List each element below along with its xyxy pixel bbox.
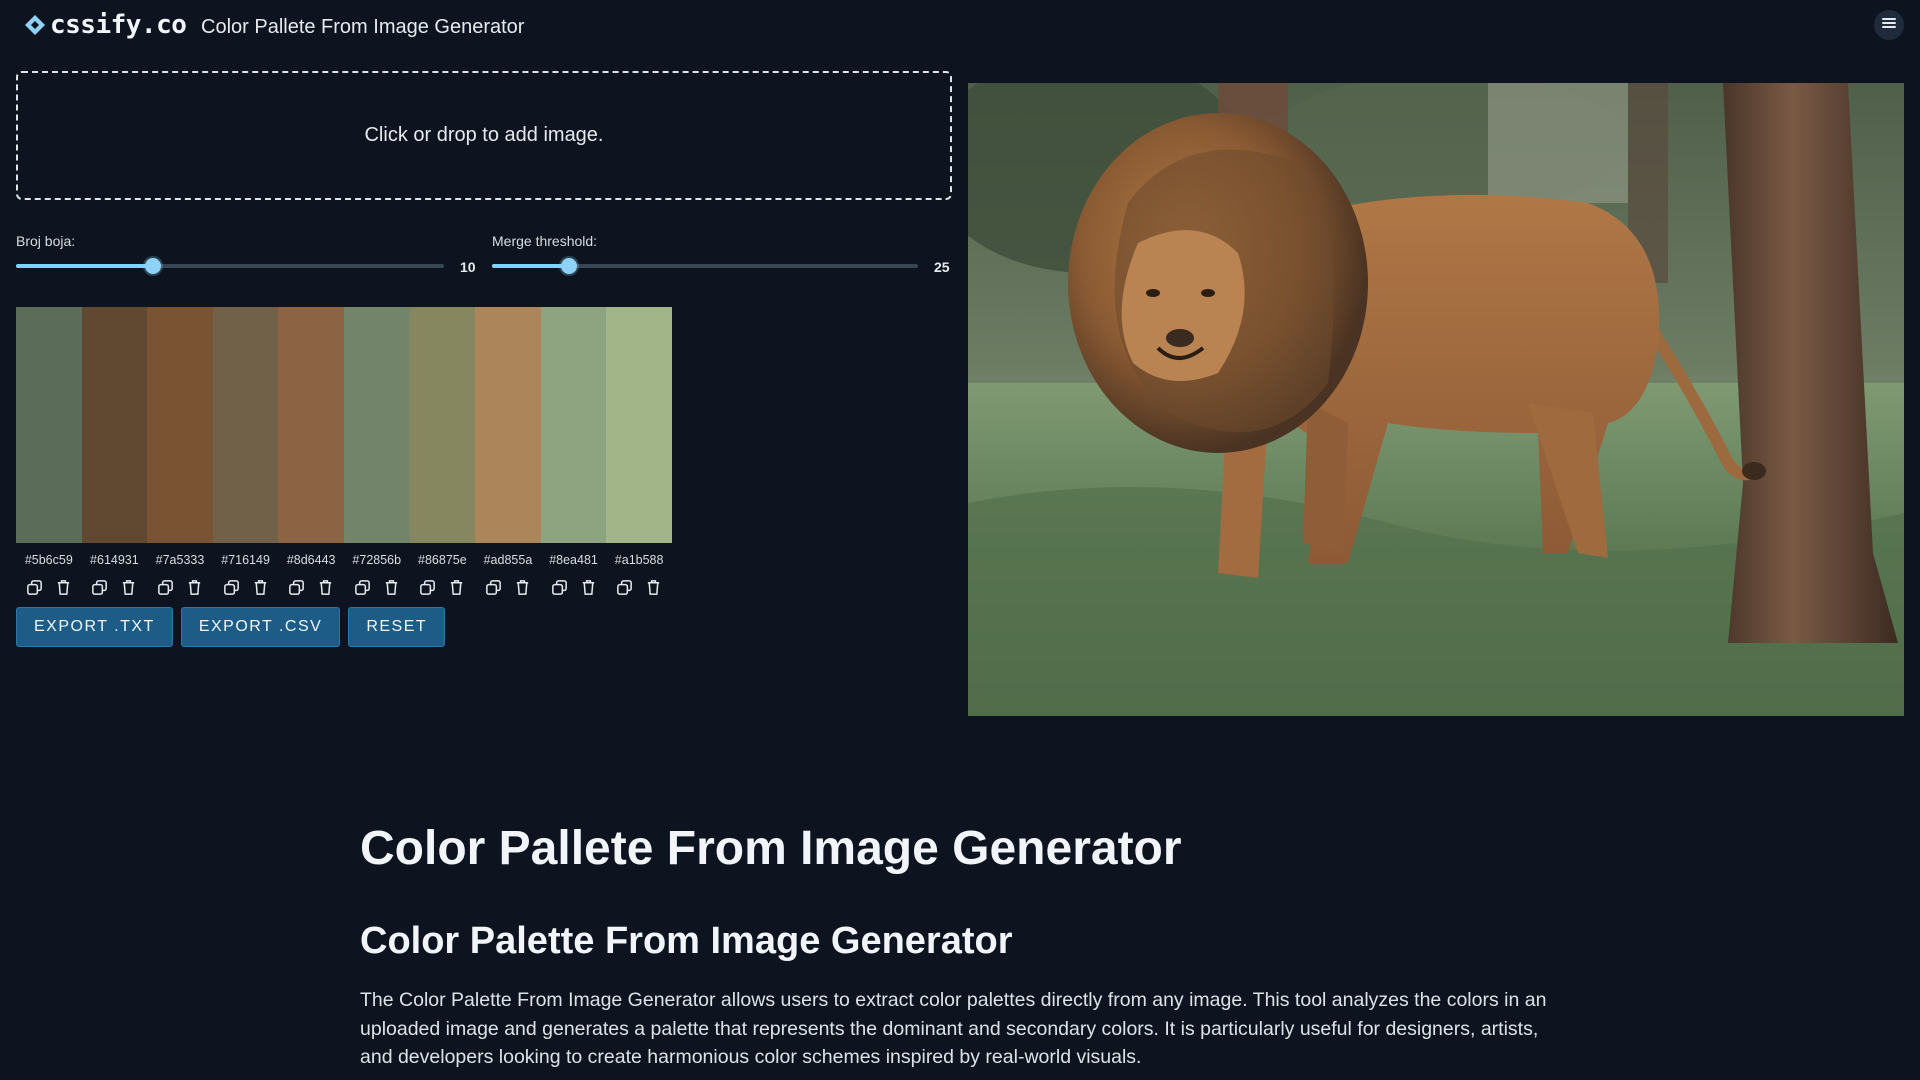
- copy-icon[interactable]: [287, 578, 306, 597]
- swatch-hex-code: #72856b: [352, 553, 402, 567]
- color-swatch[interactable]: [606, 307, 672, 543]
- swatch-hex-code: #5b6c59: [24, 553, 73, 567]
- swatch-actions: [147, 578, 213, 597]
- swatch-actions: [410, 578, 476, 597]
- trash-icon[interactable]: [54, 578, 73, 597]
- color-swatch[interactable]: [212, 307, 279, 543]
- swatch-actions: [344, 578, 410, 597]
- hex-code-row: #5b6c59 #614931 #7a5333 #716149 #8d6443 #7285…: [16, 553, 672, 567]
- swatch-actions: [213, 578, 279, 597]
- site-logo[interactable]: cssify.co: [24, 10, 187, 40]
- swatch-hex-code: #8ea481: [549, 553, 598, 567]
- trash-icon[interactable]: [644, 578, 663, 597]
- color-count-track-fill: [16, 264, 153, 268]
- logo-diamond-icon: [24, 14, 46, 36]
- merge-threshold-label: Merge threshold:: [492, 233, 598, 249]
- swatch-actions: [16, 578, 82, 597]
- lion-photo: [968, 83, 1904, 716]
- export-button-row: EXPORT .TXT EXPORT .CSV RESET: [16, 607, 446, 647]
- swatch-actions: [606, 578, 672, 597]
- merge-threshold-slider[interactable]: 25: [492, 255, 952, 279]
- swatch-hex-code: #8d6443: [286, 553, 336, 567]
- hamburger-menu-icon: [1880, 14, 1898, 37]
- color-palette: [16, 307, 672, 543]
- copy-icon[interactable]: [550, 578, 569, 597]
- swatch-hex-code: #7a5333: [155, 553, 205, 567]
- trash-icon[interactable]: [382, 578, 401, 597]
- swatch-action-row: [16, 578, 672, 597]
- trash-icon[interactable]: [251, 578, 270, 597]
- swatch-hex-code: #86875e: [418, 553, 467, 567]
- export-txt-button[interactable]: EXPORT .TXT: [16, 607, 173, 647]
- trash-icon[interactable]: [447, 578, 466, 597]
- trash-icon[interactable]: [185, 578, 204, 597]
- logo-text: cssify.co: [50, 10, 187, 40]
- swatch-actions: [475, 578, 541, 597]
- image-dropzone[interactable]: Click or drop to add image.: [16, 71, 952, 200]
- color-count-thumb[interactable]: [144, 258, 161, 274]
- color-count-value: 10: [460, 259, 476, 275]
- swatch-hex-code: #614931: [90, 553, 139, 567]
- swatch-actions: [541, 578, 607, 597]
- description-paragraph: The Color Palette From Image Generator a…: [360, 989, 1547, 1068]
- swatch-hex-code: #a1b588: [614, 553, 664, 567]
- color-swatch[interactable]: [343, 307, 410, 543]
- trash-icon[interactable]: [316, 578, 335, 597]
- reset-button[interactable]: RESET: [348, 607, 446, 647]
- copy-icon[interactable]: [90, 578, 109, 597]
- swatch-hex-code: #716149: [221, 553, 270, 567]
- trash-icon[interactable]: [579, 578, 598, 597]
- swatch-hex-code: #ad855a: [483, 553, 533, 567]
- color-swatch[interactable]: [81, 307, 148, 543]
- color-swatch[interactable]: [16, 307, 82, 543]
- top-bar: cssify.co Color Pallete From Image Gener…: [0, 0, 1920, 56]
- article: Color Pallete From Image Generator Color…: [360, 820, 1560, 1072]
- copy-icon[interactable]: [615, 578, 634, 597]
- merge-threshold-slider-group: Merge threshold: 25: [492, 233, 952, 279]
- copy-icon[interactable]: [222, 578, 241, 597]
- trash-icon[interactable]: [513, 578, 532, 597]
- trash-icon[interactable]: [119, 578, 138, 597]
- copy-icon[interactable]: [156, 578, 175, 597]
- copy-icon[interactable]: [484, 578, 503, 597]
- merge-threshold-track[interactable]: [492, 264, 918, 268]
- color-swatch[interactable]: [540, 307, 607, 543]
- swatch-actions: [278, 578, 344, 597]
- swatch-actions: [82, 578, 148, 597]
- uploaded-image-preview: [968, 83, 1904, 716]
- color-count-track[interactable]: [16, 264, 444, 268]
- app-title: Color Pallete From Image Generator: [201, 16, 525, 38]
- page-heading: Color Pallete From Image Generator: [360, 822, 1182, 875]
- color-swatch[interactable]: [409, 307, 476, 543]
- hamburger-menu-button[interactable]: [1874, 10, 1904, 40]
- merge-threshold-value: 25: [934, 259, 950, 275]
- merge-threshold-thumb[interactable]: [560, 258, 577, 274]
- dropzone-label: Click or drop to add image.: [364, 124, 604, 146]
- section-heading: Color Palette From Image Generator: [360, 920, 1013, 962]
- merge-threshold-track-fill: [492, 264, 569, 268]
- export-csv-button[interactable]: EXPORT .CSV: [180, 607, 341, 647]
- copy-icon[interactable]: [25, 578, 44, 597]
- copy-icon[interactable]: [353, 578, 372, 597]
- color-swatch[interactable]: [475, 307, 541, 543]
- color-swatch[interactable]: [147, 307, 213, 543]
- color-swatch[interactable]: [278, 307, 344, 543]
- copy-icon[interactable]: [418, 578, 437, 597]
